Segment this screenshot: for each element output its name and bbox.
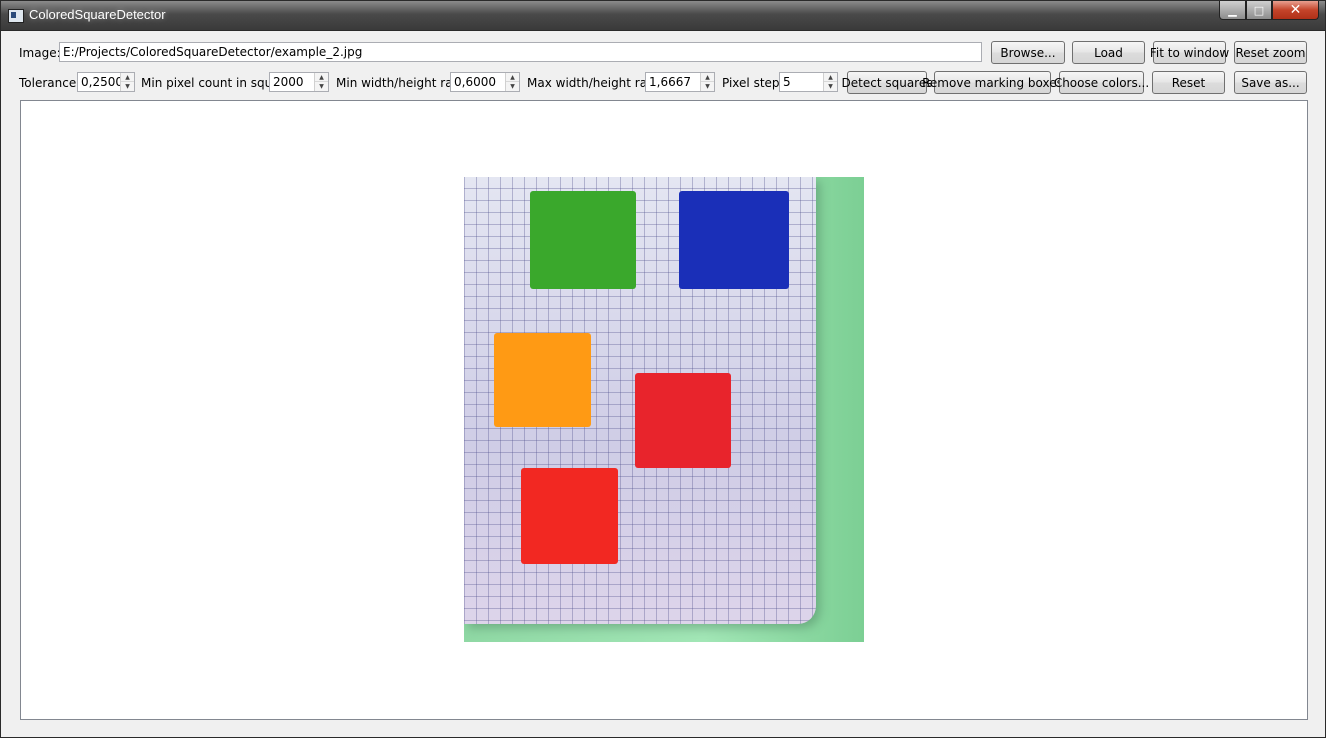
- pixel-step-stepper: ▲ ▼: [823, 73, 837, 91]
- tolerance-label: Tolerance:: [19, 76, 81, 90]
- spin-up-icon[interactable]: ▲: [701, 73, 714, 82]
- image-path-input[interactable]: E:/Projects/ColoredSquareDetector/exampl…: [59, 42, 982, 62]
- close-button[interactable]: ✕: [1272, 1, 1319, 20]
- min-ratio-value: 0,6000: [454, 75, 496, 89]
- title-bar[interactable]: ColoredSquareDetector ▁ □ ✕: [1, 1, 1325, 31]
- min-pixel-stepper: ▲ ▼: [314, 73, 328, 91]
- browse-button[interactable]: Browse...: [991, 41, 1065, 64]
- parameters-row: Tolerance: 0,2500 ▲ ▼ Min pixel count in…: [9, 71, 1317, 95]
- spin-down-icon[interactable]: ▼: [506, 82, 519, 91]
- max-ratio-stepper: ▲ ▼: [700, 73, 714, 91]
- reset-zoom-button[interactable]: Reset zoom: [1234, 41, 1307, 64]
- red-square: [521, 468, 618, 564]
- min-pixel-spinbox[interactable]: 2000 ▲ ▼: [269, 72, 329, 92]
- spin-up-icon[interactable]: ▲: [121, 73, 134, 82]
- orange-square: [494, 333, 591, 427]
- content-area: Image: E:/Projects/ColoredSquareDetector…: [9, 31, 1317, 729]
- spin-down-icon[interactable]: ▼: [824, 82, 837, 91]
- spin-up-icon[interactable]: ▲: [506, 73, 519, 82]
- pixel-step-spinbox[interactable]: 5 ▲ ▼: [779, 72, 838, 92]
- min-ratio-stepper: ▲ ▼: [505, 73, 519, 91]
- red-square: [635, 373, 731, 468]
- image-label: Image:: [19, 46, 61, 60]
- maximize-button[interactable]: □: [1246, 1, 1272, 20]
- max-ratio-spinbox[interactable]: 1,6667 ▲ ▼: [645, 72, 715, 92]
- spin-up-icon[interactable]: ▲: [824, 73, 837, 82]
- choose-colors-button[interactable]: Choose colors...: [1054, 71, 1149, 94]
- loaded-image: [464, 177, 864, 642]
- spin-up-icon[interactable]: ▲: [315, 73, 328, 82]
- main-window: ColoredSquareDetector ▁ □ ✕ Image: E:/Pr…: [0, 0, 1326, 738]
- pixel-step-value: 5: [783, 75, 791, 89]
- app-icon: [8, 9, 24, 23]
- tolerance-stepper: ▲ ▼: [120, 73, 134, 91]
- tolerance-value: 0,2500: [81, 75, 123, 89]
- reset-button[interactable]: Reset: [1152, 71, 1225, 94]
- pixel-step-label: Pixel step:: [722, 76, 784, 90]
- blue-square: [679, 191, 789, 289]
- spin-down-icon[interactable]: ▼: [701, 82, 714, 91]
- fit-to-window-button[interactable]: Fit to window: [1150, 41, 1229, 64]
- remove-marking-boxes-button[interactable]: Remove marking boxes: [922, 71, 1063, 94]
- max-ratio-value: 1,6667: [649, 75, 691, 89]
- image-view[interactable]: [20, 100, 1308, 720]
- spin-down-icon[interactable]: ▼: [121, 82, 134, 91]
- spin-down-icon[interactable]: ▼: [315, 82, 328, 91]
- load-button[interactable]: Load: [1072, 41, 1145, 64]
- min-ratio-spinbox[interactable]: 0,6000 ▲ ▼: [450, 72, 520, 92]
- window-title: ColoredSquareDetector: [29, 7, 166, 22]
- min-pixel-value: 2000: [273, 75, 304, 89]
- tolerance-spinbox[interactable]: 0,2500 ▲ ▼: [77, 72, 135, 92]
- green-square: [530, 191, 636, 289]
- grid-paper: [464, 177, 816, 624]
- detect-squares-button[interactable]: Detect squares: [842, 71, 932, 94]
- minimize-button[interactable]: ▁: [1219, 1, 1246, 20]
- window-controls: ▁ □ ✕: [1219, 1, 1319, 21]
- save-as-button[interactable]: Save as...: [1234, 71, 1307, 94]
- image-row: Image: E:/Projects/ColoredSquareDetector…: [9, 41, 1317, 65]
